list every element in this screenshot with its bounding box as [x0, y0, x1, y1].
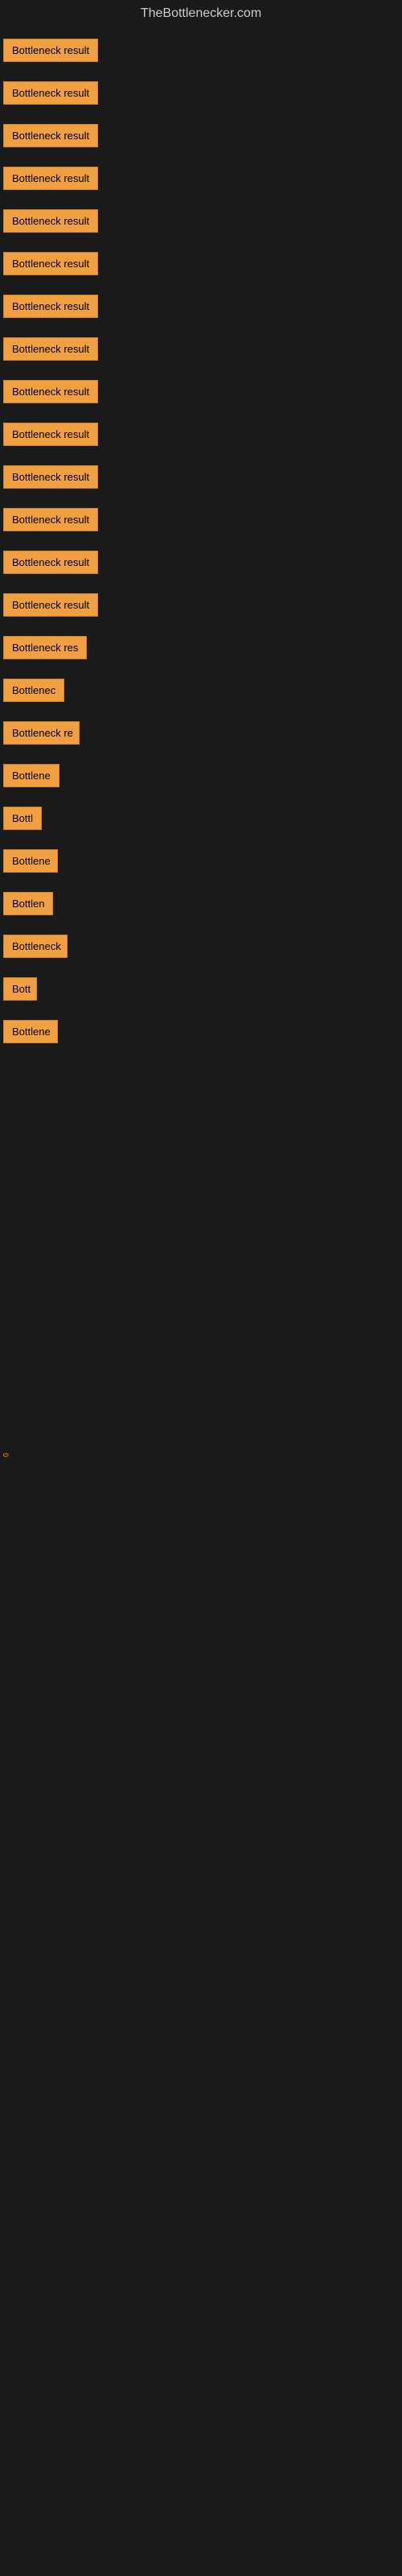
bottleneck-result-badge[interactable]: Bottleneck result — [3, 81, 98, 105]
bottleneck-row: Bottleneck result — [0, 543, 402, 585]
bottleneck-row: Bottleneck result — [0, 329, 402, 372]
bottleneck-result-badge[interactable]: Bottleneck res — [3, 636, 87, 659]
bottleneck-result-badge[interactable]: Bottleneck result — [3, 209, 98, 233]
bottleneck-row: Bottleneck result — [0, 372, 402, 415]
bottleneck-result-badge[interactable]: Bottleneck result — [3, 295, 98, 318]
site-title: TheBottlenecker.com — [0, 0, 402, 31]
bottleneck-row: Bottlene — [0, 756, 402, 799]
bottleneck-row: Bottleneck result — [0, 31, 402, 73]
bottleneck-result-badge[interactable]: Bottleneck result — [3, 337, 98, 361]
bottleneck-row: Bottleneck result — [0, 159, 402, 201]
bottleneck-result-badge[interactable]: Bottleneck result — [3, 593, 98, 617]
bottleneck-row: Bottlene — [0, 1012, 402, 1055]
bottleneck-row: Bottlen — [0, 884, 402, 927]
site-title-text: TheBottlenecker.com — [141, 6, 261, 20]
bottleneck-result-badge[interactable]: Bottleneck result — [3, 423, 98, 446]
bottleneck-result-badge[interactable]: Bottleneck result — [3, 124, 98, 147]
bottleneck-row: Bottleneck — [0, 927, 402, 969]
bottleneck-row: Bottleneck result — [0, 201, 402, 244]
bottleneck-result-badge[interactable]: Bottleneck re — [3, 721, 80, 745]
bottleneck-row: Bottleneck result — [0, 116, 402, 159]
bottleneck-row: Bottleneck res — [0, 628, 402, 671]
small-axis-label: 0 — [2, 1453, 10, 1457]
bottleneck-result-badge[interactable]: Bottlen — [3, 892, 53, 915]
bottleneck-result-badge[interactable]: Bottlene — [3, 764, 59, 787]
bottleneck-result-badge[interactable]: Bottleneck result — [3, 167, 98, 190]
bottleneck-row: Bottleneck result — [0, 585, 402, 628]
bottleneck-result-badge[interactable]: Bottleneck — [3, 935, 68, 958]
bottleneck-result-badge[interactable]: Bottleneck result — [3, 465, 98, 489]
bottleneck-result-badge[interactable]: Bottlene — [3, 849, 58, 873]
bottleneck-row: Bottlene — [0, 841, 402, 884]
bottleneck-result-badge[interactable]: Bott — [3, 977, 37, 1001]
bottleneck-result-badge[interactable]: Bottleneck result — [3, 39, 98, 62]
bottleneck-result-badge[interactable]: Bottlene — [3, 1020, 58, 1043]
bottleneck-row: Bottleneck result — [0, 415, 402, 457]
bottleneck-row: Bottleneck result — [0, 244, 402, 287]
bottleneck-row: Bottl — [0, 799, 402, 841]
bottleneck-result-badge[interactable]: Bottleneck result — [3, 508, 98, 531]
bottleneck-row: Bottleneck result — [0, 73, 402, 116]
bottleneck-row: Bottleneck result — [0, 457, 402, 500]
bottleneck-row: Bott — [0, 969, 402, 1012]
bottleneck-row: Bottleneck result — [0, 287, 402, 329]
bottleneck-row: Bottleneck result — [0, 500, 402, 543]
bottleneck-result-badge[interactable]: Bottl — [3, 807, 42, 830]
bottleneck-result-badge[interactable]: Bottleneck result — [3, 551, 98, 574]
bottleneck-row: Bottleneck re — [0, 713, 402, 756]
bottleneck-row: Bottlenec — [0, 671, 402, 713]
bottleneck-result-badge[interactable]: Bottlenec — [3, 679, 64, 702]
bottleneck-result-badge[interactable]: Bottleneck result — [3, 380, 98, 403]
bottleneck-result-badge[interactable]: Bottleneck result — [3, 252, 98, 275]
